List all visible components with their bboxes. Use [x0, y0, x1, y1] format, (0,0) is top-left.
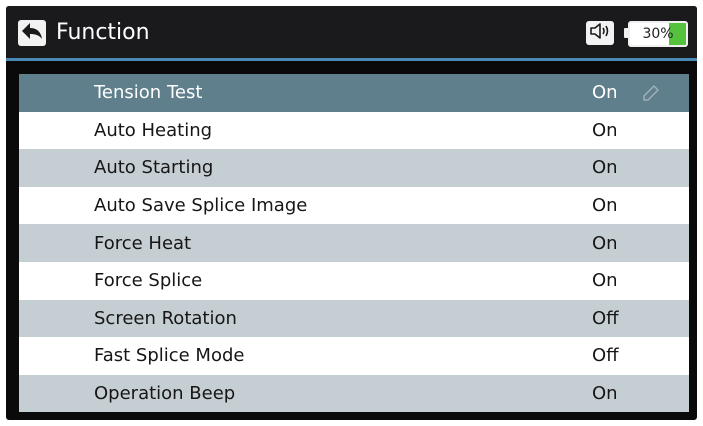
setting-label: Auto Save Splice Image: [94, 195, 308, 217]
setting-row[interactable]: Tension Test On: [19, 74, 689, 112]
device-screen: Function 30% Tension Test On Auto Heating O…: [6, 6, 697, 420]
setting-label: Auto Starting: [94, 157, 214, 179]
setting-row[interactable]: Fast Splice Mode Off: [19, 337, 689, 375]
battery-percentage: 30%: [642, 26, 674, 42]
sound-toggle-button[interactable]: [586, 21, 614, 45]
setting-row[interactable]: Auto Starting On: [19, 149, 689, 187]
page-title: Function: [56, 20, 150, 45]
setting-label: Operation Beep: [94, 383, 236, 405]
setting-label: Auto Heating: [94, 119, 213, 141]
setting-value[interactable]: On: [592, 383, 618, 404]
setting-value[interactable]: On: [592, 233, 618, 254]
setting-value[interactable]: On: [592, 82, 618, 103]
setting-value[interactable]: Off: [592, 308, 619, 329]
pencil-icon[interactable]: [641, 83, 661, 103]
function-settings-list: Tension Test On Auto Heating On Auto Startin…: [19, 74, 689, 414]
back-button[interactable]: [18, 20, 46, 46]
setting-value[interactable]: On: [592, 157, 618, 178]
setting-row[interactable]: Auto Heating On: [19, 111, 689, 150]
setting-label: Screen Rotation: [94, 307, 237, 329]
header-bar: Function 30%: [6, 6, 697, 61]
setting-value[interactable]: On: [592, 270, 618, 291]
back-arrow-icon: [21, 21, 43, 45]
setting-label: Fast Splice Mode: [94, 345, 245, 367]
battery-indicator: 30%: [628, 21, 688, 47]
setting-label: Tension Test: [94, 82, 203, 104]
setting-row[interactable]: Auto Save Splice Image On: [19, 186, 689, 225]
speaker-icon: [589, 22, 611, 44]
setting-row[interactable]: Force Heat On: [19, 224, 689, 262]
setting-value[interactable]: On: [592, 120, 618, 141]
setting-value[interactable]: Off: [592, 345, 619, 366]
setting-row[interactable]: Force Splice On: [19, 261, 689, 300]
setting-value[interactable]: On: [592, 195, 618, 216]
setting-label: Force Splice: [94, 270, 203, 292]
setting-label: Force Heat: [94, 232, 192, 254]
setting-row[interactable]: Operation Beep On: [19, 374, 689, 413]
setting-row[interactable]: Screen Rotation Off: [19, 299, 689, 338]
